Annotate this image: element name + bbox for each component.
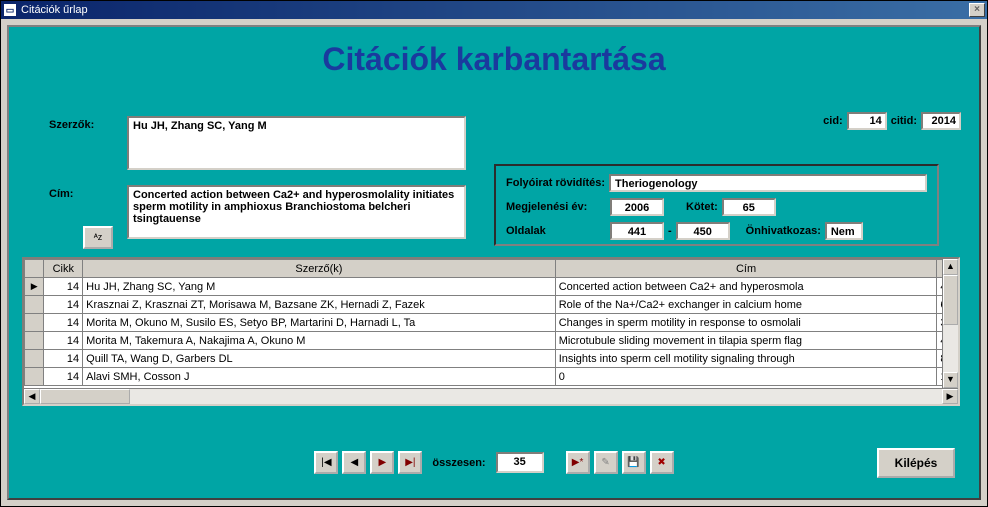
- cell-cim[interactable]: Changes in sperm motility in response to…: [555, 314, 937, 332]
- title-bar: ▭ Citációk űrlap ×: [1, 1, 987, 19]
- nav-new-button[interactable]: ▶*: [566, 451, 590, 474]
- scroll-up-icon[interactable]: ▲: [943, 259, 958, 275]
- cell-cim[interactable]: Insights into sperm cell motility signal…: [555, 350, 937, 368]
- table-row[interactable]: 14Krasznai Z, Krasznai ZT, Morisawa M, B…: [25, 296, 943, 314]
- grid-header-row: Cikk Szerző(k) Cím Első old Utolsó Megj.: [25, 260, 943, 278]
- cell-cikk[interactable]: 14: [44, 350, 83, 368]
- citid-field[interactable]: 2014: [921, 112, 961, 130]
- publication-panel: Folyóirat rövidítés: Theriogenology Megj…: [494, 164, 939, 246]
- scroll-right-icon[interactable]: ▶: [942, 389, 958, 404]
- page-title: Citációk karbantartása: [9, 41, 979, 78]
- cell-cim[interactable]: Role of the Na+/Ca2+ exchanger in calciu…: [555, 296, 937, 314]
- selfref-field[interactable]: Nem: [825, 222, 863, 240]
- title-field[interactable]: Concerted action between Ca2+ and hypero…: [127, 185, 466, 239]
- cell-cikk[interactable]: 14: [44, 332, 83, 350]
- citations-grid[interactable]: Cikk Szerző(k) Cím Első old Utolsó Megj.…: [22, 257, 960, 406]
- row-selector[interactable]: [25, 332, 44, 350]
- cell-szerzok[interactable]: Hu JH, Zhang SC, Yang M: [83, 278, 556, 296]
- close-icon[interactable]: ×: [969, 3, 985, 17]
- cell-cikk[interactable]: 14: [44, 314, 83, 332]
- client-area: Citációk karbantartása cid: 14 citid: 20…: [1, 19, 987, 506]
- pub-year-label: Megjelenési év:: [506, 201, 606, 213]
- selfref-label: Önhivatkozas:: [746, 225, 821, 237]
- nav-delete-button[interactable]: ✖: [650, 451, 674, 474]
- page-sep: -: [668, 225, 672, 237]
- volume-label: Kötet:: [686, 201, 718, 213]
- record-nav-bar: |◀ ◀ ▶ ▶| összesen: 35 ▶* ✎ 💾 ✖: [9, 451, 979, 474]
- cell-cim[interactable]: Microtubule sliding movement in tilapia …: [555, 332, 937, 350]
- main-panel: Citációk karbantartása cid: 14 citid: 20…: [7, 25, 981, 500]
- cell-szerzok[interactable]: Krasznai Z, Krasznai ZT, Morisawa M, Baz…: [83, 296, 556, 314]
- grid-table[interactable]: Cikk Szerző(k) Cím Első old Utolsó Megj.…: [24, 259, 942, 386]
- total-label: összesen:: [432, 457, 485, 469]
- col-rowsel[interactable]: [25, 260, 44, 278]
- cid-label: cid:: [823, 115, 843, 127]
- row-selector[interactable]: [25, 314, 44, 332]
- page-from-field[interactable]: 441: [610, 222, 664, 240]
- total-field[interactable]: 35: [496, 452, 544, 473]
- row-selector[interactable]: [25, 296, 44, 314]
- cid-field[interactable]: 14: [847, 112, 887, 130]
- cell-cim[interactable]: Concerted action between Ca2+ and hypero…: [555, 278, 937, 296]
- col-szerzok[interactable]: Szerző(k): [83, 260, 556, 278]
- authors-label: Szerzők:: [49, 119, 94, 131]
- col-cikk[interactable]: Cikk: [44, 260, 83, 278]
- nav-next-button[interactable]: ▶: [370, 451, 394, 474]
- cell-cikk[interactable]: 14: [44, 368, 83, 386]
- window-title: Citációk űrlap: [21, 4, 88, 16]
- nav-save-button[interactable]: 💾: [622, 451, 646, 474]
- cell-szerzok[interactable]: Morita M, Takemura A, Nakajima A, Okuno …: [83, 332, 556, 350]
- scroll-down-icon[interactable]: ▼: [943, 372, 958, 388]
- table-row[interactable]: 14Alavi SMH, Cosson J010111020052: [25, 368, 943, 386]
- journal-abbrev-label: Folyóirat rövidítés:: [506, 177, 605, 189]
- nav-first-button[interactable]: |◀: [314, 451, 338, 474]
- row-selector[interactable]: [25, 350, 44, 368]
- vscroll-thumb[interactable]: [943, 275, 958, 325]
- nav-edit-button[interactable]: ✎: [594, 451, 618, 474]
- form-window: ▭ Citációk űrlap × Citációk karbantartás…: [0, 0, 988, 507]
- exit-button[interactable]: Kilépés: [877, 448, 955, 478]
- cell-szerzok[interactable]: Morita M, Okuno M, Susilo ES, Setyo BP, …: [83, 314, 556, 332]
- cell-cikk[interactable]: 14: [44, 296, 83, 314]
- pub-year-field[interactable]: 2006: [610, 198, 664, 216]
- page-to-field[interactable]: 450: [676, 222, 730, 240]
- title-label: Cím:: [49, 188, 73, 200]
- nav-prev-button[interactable]: ◀: [342, 451, 366, 474]
- cell-cikk[interactable]: 14: [44, 278, 83, 296]
- grid-vscrollbar[interactable]: ▲ ▼: [942, 259, 958, 388]
- sort-az-button[interactable]: ᴬz: [83, 226, 113, 249]
- scroll-left-icon[interactable]: ◀: [24, 389, 40, 404]
- grid-hscrollbar[interactable]: ◀ ▶: [24, 388, 958, 404]
- cell-szerzok[interactable]: Quill TA, Wang D, Garbers DL: [83, 350, 556, 368]
- table-row[interactable]: 14Morita M, Takemura A, Nakajima A, Okun…: [25, 332, 943, 350]
- table-row[interactable]: 14Morita M, Okuno M, Susilo ES, Setyo BP…: [25, 314, 943, 332]
- table-row[interactable]: 14Quill TA, Wang D, Garbers DLInsights i…: [25, 350, 943, 368]
- nav-last-button[interactable]: ▶|: [398, 451, 422, 474]
- table-row[interactable]: ▶14Hu JH, Zhang SC, Yang MConcerted acti…: [25, 278, 943, 296]
- hscroll-thumb[interactable]: [40, 389, 130, 404]
- pages-label: Oldalak: [506, 225, 606, 237]
- form-icon: ▭: [3, 3, 17, 17]
- authors-field[interactable]: Hu JH, Zhang SC, Yang M: [127, 116, 466, 170]
- journal-abbrev-field[interactable]: Theriogenology: [609, 174, 927, 192]
- row-selector[interactable]: [25, 368, 44, 386]
- cell-cim[interactable]: 0: [555, 368, 937, 386]
- cell-szerzok[interactable]: Alavi SMH, Cosson J: [83, 368, 556, 386]
- volume-field[interactable]: 65: [722, 198, 776, 216]
- row-selector[interactable]: ▶: [25, 278, 44, 296]
- col-cim[interactable]: Cím: [555, 260, 937, 278]
- id-group: cid: 14 citid: 2014: [823, 112, 961, 130]
- citid-label: citid:: [891, 115, 917, 127]
